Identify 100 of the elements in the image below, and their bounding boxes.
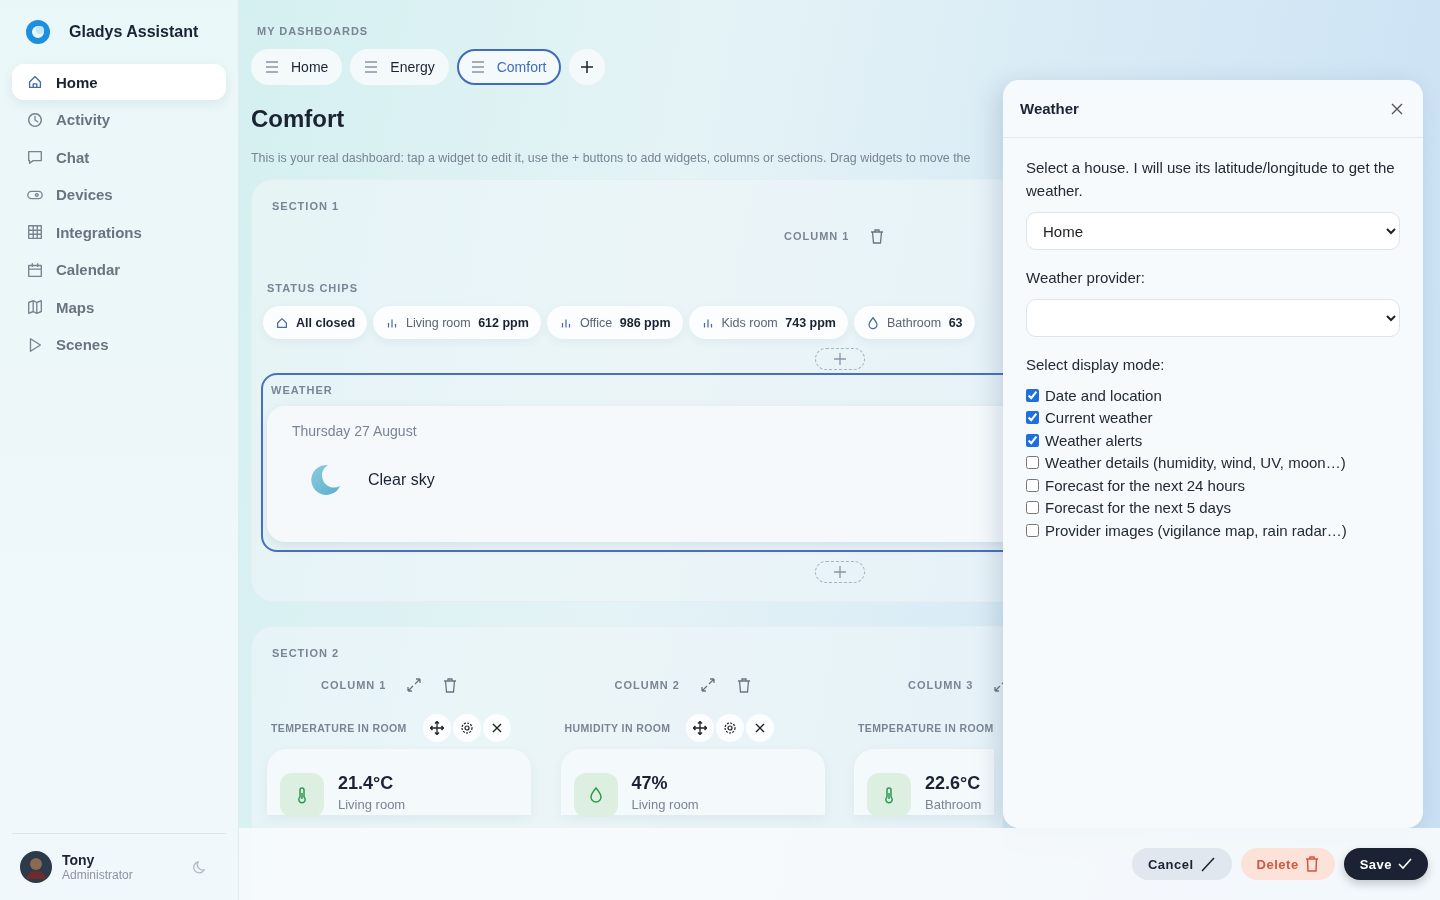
user-role: Administrator (62, 868, 133, 882)
checkbox-label: Provider images (vigilance map, rain radar…) (1045, 521, 1347, 539)
expand-icon[interactable] (699, 677, 716, 693)
move-icon (429, 721, 444, 735)
slash-icon (1199, 856, 1216, 872)
clock-icon (26, 110, 44, 129)
nav-item[interactable]: Activity (12, 101, 226, 138)
room-name: Living room (631, 797, 699, 812)
sensor-card[interactable]: 22.6°C Bathroom (854, 749, 994, 815)
close-button[interactable] (746, 714, 775, 742)
checkbox-label: Date and location (1045, 386, 1162, 404)
room-name: Bathroom (925, 797, 982, 812)
dashboard-tab[interactable]: Energy (350, 49, 449, 85)
status-chip[interactable]: All closed (263, 306, 368, 339)
check-icon (1398, 858, 1412, 870)
nav-item[interactable]: Integrations (12, 214, 226, 250)
field-label: Select a house. I will use its latitude/longitude to get the weather. (1026, 158, 1396, 201)
checkbox-label: Current weather (1045, 409, 1153, 427)
dashboard-title: Comfort (251, 105, 346, 133)
widget-label: STATUS CHIPS (267, 282, 360, 294)
field-label: Select display mode: (1026, 355, 1166, 375)
nav-item[interactable]: Chat (12, 139, 226, 175)
widget-label: TEMPERATURE IN ROOM (271, 722, 407, 734)
close-icon (1391, 102, 1403, 115)
close-icon (490, 722, 503, 734)
checkbox[interactable] (1026, 433, 1039, 447)
plus-icon (834, 566, 846, 578)
save-button[interactable]: Save (1343, 848, 1428, 880)
widget-label: TEMPERATURE IN ROOM (858, 722, 994, 734)
sensor-value: 21.4°C (338, 773, 395, 794)
weather-widget[interactable]: WEATHER Thursday 27 August Clear sky (261, 373, 1003, 552)
calendar-icon (26, 260, 44, 279)
room-name: Living room (338, 797, 406, 812)
checkbox[interactable] (1026, 456, 1039, 470)
trash-icon[interactable] (442, 677, 459, 693)
house-select[interactable]: Home (1026, 212, 1400, 250)
add-dashboard-button[interactable] (568, 49, 605, 85)
column-label: COLUMN 2 (614, 679, 680, 691)
trash-icon[interactable] (735, 677, 752, 693)
checkbox-label: Forecast for the next 24 hours (1045, 476, 1246, 494)
trash-icon[interactable] (869, 228, 886, 244)
sensor-card[interactable]: 21.4°C Living room (267, 749, 531, 815)
weather-condition: Clear sky (368, 471, 435, 489)
status-chip[interactable]: Living room 612 ppm (373, 306, 541, 339)
widget-label: HUMIDITY IN ROOM (564, 722, 671, 734)
nav-item[interactable]: Scenes (12, 326, 226, 363)
checkbox[interactable] (1026, 501, 1039, 515)
avatar (20, 851, 52, 883)
map-icon (26, 298, 44, 316)
sensor-card[interactable]: 47% Living room (560, 749, 825, 815)
nav-item[interactable]: Devices (12, 176, 226, 213)
panel-title: Weather (1020, 100, 1079, 117)
section-label: SECTION 2 (272, 647, 341, 659)
home-icon (275, 315, 289, 330)
dashboard-tab[interactable]: Home (251, 49, 343, 85)
settings-button[interactable] (716, 714, 745, 742)
settings-button[interactable] (452, 714, 481, 742)
field-label: Weather provider: (1026, 268, 1146, 288)
sensor-value: 47% (631, 773, 669, 794)
close-icon (754, 722, 767, 734)
status-chip[interactable]: Bathroom 63 (854, 306, 975, 339)
move-icon (693, 721, 708, 735)
menu-icon (265, 61, 279, 73)
plus-icon (579, 60, 594, 74)
checkbox-label: Weather alerts (1045, 431, 1143, 449)
drop-icon (866, 315, 880, 330)
section-heading: MY DASHBOARDS (257, 25, 370, 37)
app-name: Gladys Assistant (69, 23, 199, 41)
dashboard-tab[interactable]: Comfort (456, 49, 561, 85)
gear-icon (459, 721, 474, 735)
move-button[interactable] (422, 714, 451, 742)
user-name: Tony (62, 852, 96, 868)
trash-icon (1304, 856, 1319, 872)
checkbox-label: Weather details (humidity, wind, UV, moon…) (1045, 454, 1346, 472)
plus-icon (834, 353, 846, 365)
nav-item[interactable]: Calendar (12, 251, 226, 288)
column-label: COLUMN 1 (321, 679, 387, 691)
expand-icon[interactable] (406, 677, 423, 693)
move-button[interactable] (686, 714, 715, 742)
column-label: COLUMN 3 (908, 679, 974, 691)
close-button[interactable] (482, 714, 511, 742)
nav-item[interactable]: Home (12, 64, 226, 100)
home-icon (26, 73, 44, 91)
checkbox[interactable] (1026, 478, 1039, 492)
grid-icon (26, 223, 44, 241)
checkbox[interactable] (1026, 411, 1039, 425)
checkbox[interactable] (1026, 388, 1039, 402)
section-label: SECTION 1 (272, 200, 341, 212)
widget-label: WEATHER (271, 384, 334, 396)
checkbox[interactable] (1026, 523, 1039, 537)
cancel-button[interactable]: Cancel (1131, 848, 1232, 880)
status-chip[interactable]: Kids room 743 ppm (688, 306, 848, 339)
status-chip[interactable]: Office 986 ppm (546, 306, 683, 339)
gear-icon (723, 721, 738, 735)
logo-icon (25, 19, 51, 45)
weather-date: Thursday 27 August (292, 423, 417, 439)
chat-icon (26, 148, 44, 166)
menu-icon (470, 61, 485, 73)
dashboard-description: This is your real dashboard: tap a widget to edit it, use the + buttons to add widgets, columns or sections. Drag widgets to move the (251, 151, 972, 165)
nav-item[interactable]: Maps (12, 289, 226, 325)
